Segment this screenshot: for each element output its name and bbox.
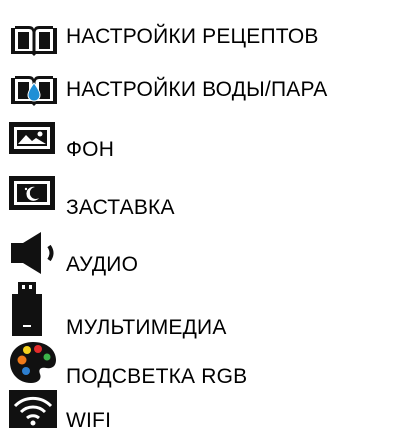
menu-item-multimedia[interactable]: МУЛЬТИМЕДИА xyxy=(0,282,404,342)
menu-item-label: НАСТРОЙКИ ВОДЫ/ПАРА xyxy=(66,78,328,101)
menu-item-screensaver[interactable]: ЗАСТАВКА xyxy=(0,172,404,222)
picture-icon xyxy=(9,122,55,154)
menu-item-label: МУЛЬТИМЕДИА xyxy=(66,316,227,339)
screensaver-icon xyxy=(9,176,55,210)
menu-item-background[interactable]: ФОН xyxy=(0,118,404,168)
menu-item-audio[interactable]: АУДИО xyxy=(0,228,404,278)
menu-item-label: ПОДСВЕТКА RGB xyxy=(66,365,248,388)
speaker-icon xyxy=(9,230,59,276)
menu-item-wifi[interactable]: WIFI xyxy=(0,388,404,433)
menu-item-recipes[interactable]: НАСТРОЙКИ РЕЦЕПТОВ xyxy=(0,20,404,60)
usb-drive-icon xyxy=(12,282,42,336)
palette-icon xyxy=(9,340,57,384)
menu-item-label: НАСТРОЙКИ РЕЦЕПТОВ xyxy=(66,25,319,48)
wifi-icon xyxy=(9,390,57,428)
book-water-drop-icon xyxy=(9,74,59,106)
menu-item-rgb[interactable]: ПОДСВЕТКА RGB xyxy=(0,338,404,388)
menu-item-label: WIFI xyxy=(66,409,112,432)
menu-item-label: ФОН xyxy=(66,138,115,161)
book-icon xyxy=(9,24,59,56)
menu-item-label: АУДИО xyxy=(66,253,139,276)
menu-item-label: ЗАСТАВКА xyxy=(66,196,175,219)
menu-item-water-steam[interactable]: НАСТРОЙКИ ВОДЫ/ПАРА xyxy=(0,70,404,110)
